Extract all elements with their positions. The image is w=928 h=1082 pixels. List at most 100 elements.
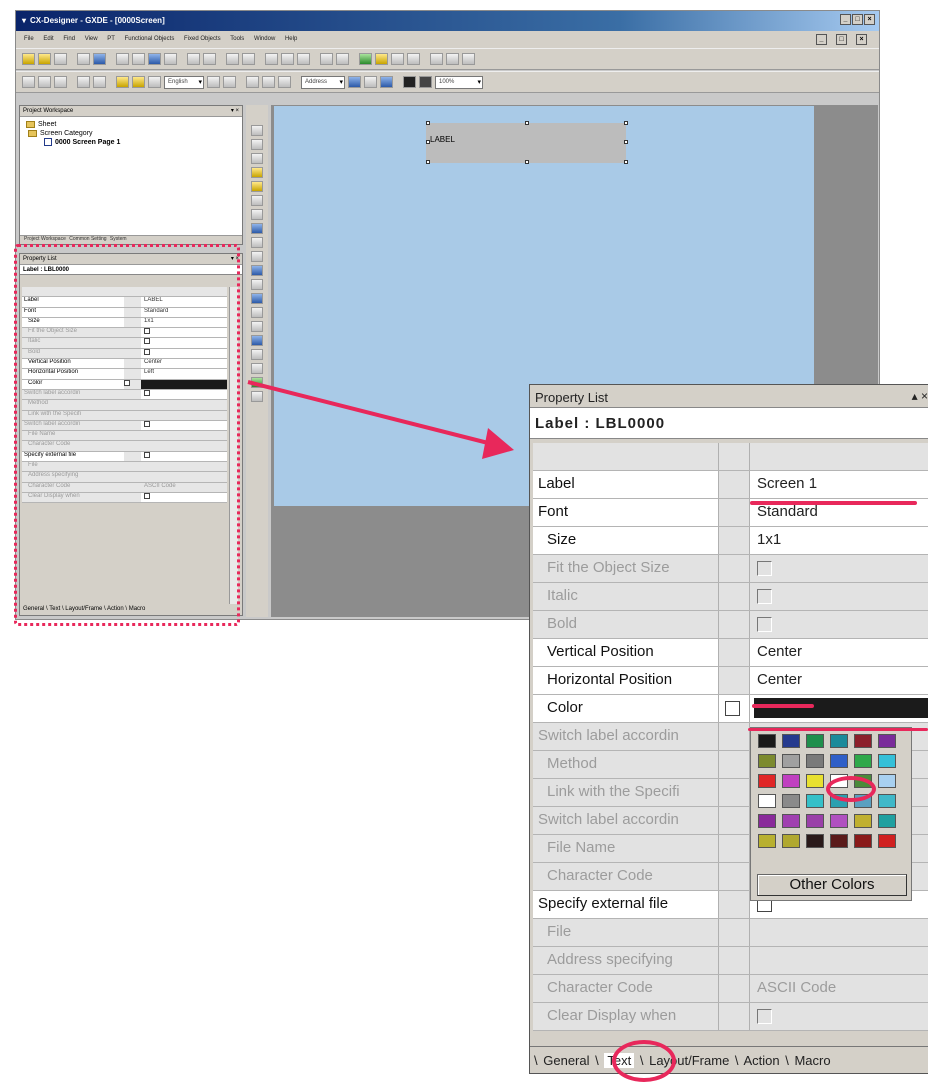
property-value[interactable]	[750, 919, 928, 946]
property-row[interactable]: Fit the Object Size	[533, 555, 928, 583]
property-flag-cell	[719, 751, 750, 778]
color-swatch[interactable]	[854, 734, 872, 748]
property-row[interactable]: Horizontal Position Center	[533, 667, 928, 695]
tab-macro[interactable]: Macro	[794, 1053, 830, 1068]
color-swatch[interactable]	[830, 814, 848, 828]
property-row[interactable]: Label Screen 1	[533, 471, 928, 499]
annotation-circle-white	[826, 776, 876, 802]
color-swatch[interactable]	[758, 774, 776, 788]
property-name: Method	[533, 751, 719, 778]
property-name: Clear Display when	[533, 1003, 719, 1030]
color-swatch[interactable]	[878, 754, 896, 768]
property-flag-cell	[719, 639, 750, 666]
annotation-underline-color	[752, 704, 814, 708]
property-name: Character Code	[533, 975, 719, 1002]
property-name: Italic	[533, 583, 719, 610]
property-list-titlebar: Property List ▴ ×	[530, 385, 928, 407]
property-flag-cell	[719, 611, 750, 638]
color-swatch[interactable]	[806, 754, 824, 768]
property-row[interactable]: Size 1x1	[533, 527, 928, 555]
property-row[interactable]: Vertical Position Center	[533, 639, 928, 667]
color-swatch[interactable]	[758, 834, 776, 848]
property-flag-cell	[719, 695, 750, 722]
property-checkbox[interactable]	[757, 616, 772, 632]
property-value[interactable]	[750, 1003, 928, 1030]
color-swatch[interactable]	[782, 734, 800, 748]
color-swatch[interactable]	[878, 834, 896, 848]
property-row[interactable]: Character Code ASCII Code	[533, 975, 928, 1003]
property-row[interactable]: Address specifying	[533, 947, 928, 975]
property-name: Vertical Position	[533, 639, 719, 666]
property-checkbox[interactable]	[757, 588, 772, 604]
property-checkbox[interactable]	[757, 560, 772, 576]
color-swatch[interactable]	[758, 754, 776, 768]
color-swatch[interactable]	[854, 814, 872, 828]
property-row[interactable]: Color	[533, 695, 928, 723]
property-value[interactable]: 1x1	[750, 527, 928, 554]
property-flag-cell	[719, 919, 750, 946]
property-flag-cell	[719, 1003, 750, 1030]
property-row[interactable]: File	[533, 919, 928, 947]
color-swatch[interactable]	[782, 834, 800, 848]
property-value[interactable]	[750, 611, 928, 638]
color-swatch[interactable]	[758, 814, 776, 828]
property-checkbox[interactable]	[757, 1008, 772, 1024]
property-list-title: Property List	[535, 390, 608, 405]
property-row[interactable]: Italic	[533, 583, 928, 611]
color-swatch[interactable]	[878, 774, 896, 788]
property-name: Color	[533, 695, 719, 722]
color-swatch[interactable]	[806, 834, 824, 848]
color-swatch[interactable]	[782, 774, 800, 788]
tab-action[interactable]: Action	[743, 1053, 779, 1068]
property-value[interactable]	[750, 583, 928, 610]
annotation-underline-color	[748, 728, 928, 731]
property-name: Address specifying	[533, 947, 719, 974]
selected-object-name: Label : LBL0000	[530, 407, 928, 439]
color-swatch[interactable]	[878, 794, 896, 808]
property-value[interactable]: Screen 1	[750, 471, 928, 498]
color-value-bar[interactable]	[754, 698, 928, 718]
color-swatch[interactable]	[854, 754, 872, 768]
color-swatch[interactable]	[806, 814, 824, 828]
property-flag-cell	[719, 807, 750, 834]
color-swatch[interactable]	[758, 794, 776, 808]
property-flag-cell	[719, 499, 750, 526]
color-swatch[interactable]	[854, 834, 872, 848]
property-flag-cell	[719, 947, 750, 974]
property-value[interactable]	[750, 555, 928, 582]
other-colors-button[interactable]: Other Colors	[757, 874, 907, 896]
color-swatch[interactable]	[782, 794, 800, 808]
annotation-underline-label	[750, 501, 917, 505]
property-flag-cell	[719, 863, 750, 890]
property-name: Size	[533, 527, 719, 554]
color-swatch[interactable]	[806, 794, 824, 808]
property-value[interactable]: Center	[750, 667, 928, 694]
color-swatch[interactable]	[830, 734, 848, 748]
property-value[interactable]: Center	[750, 639, 928, 666]
color-swatch[interactable]	[758, 734, 776, 748]
property-value[interactable]	[750, 695, 928, 722]
property-name: Horizontal Position	[533, 667, 719, 694]
color-swatch[interactable]	[830, 834, 848, 848]
property-value[interactable]: ASCII Code	[750, 975, 928, 1002]
color-swatch[interactable]	[830, 754, 848, 768]
color-swatch[interactable]	[782, 754, 800, 768]
property-name: Specify external file	[533, 891, 719, 918]
pin-close-icon[interactable]: ▴ ×	[912, 389, 928, 403]
color-swatch[interactable]	[782, 814, 800, 828]
property-flag-cell	[719, 835, 750, 862]
property-name: Font	[533, 499, 719, 526]
property-flag-cell	[719, 555, 750, 582]
property-row[interactable]: Clear Display when	[533, 1003, 928, 1031]
tab-general[interactable]: General	[543, 1053, 589, 1068]
color-swatch[interactable]	[878, 734, 896, 748]
property-grid-header	[533, 443, 928, 471]
color-swatch[interactable]	[806, 734, 824, 748]
property-value[interactable]	[750, 947, 928, 974]
color-enable-checkbox[interactable]	[725, 701, 740, 716]
property-flag-cell	[719, 527, 750, 554]
property-row[interactable]: Bold	[533, 611, 928, 639]
property-name: Switch label accordin	[533, 807, 719, 834]
color-swatch[interactable]	[878, 814, 896, 828]
color-swatch[interactable]	[806, 774, 824, 788]
